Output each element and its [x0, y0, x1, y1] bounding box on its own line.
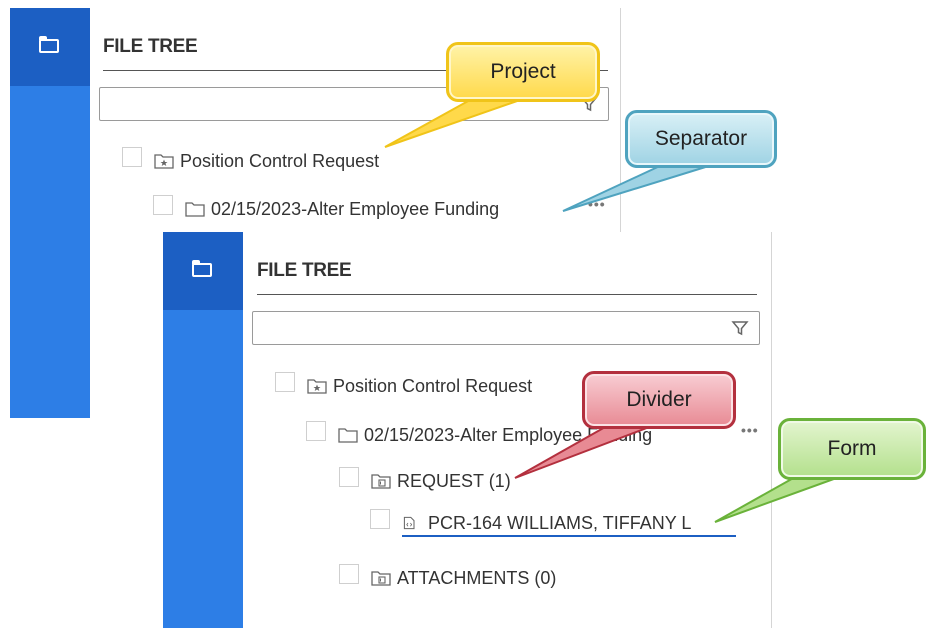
tree-item-label: REQUEST (1)	[397, 470, 511, 491]
tree-item-divider-request[interactable]: REQUEST (1)	[339, 467, 511, 494]
tree-item-project[interactable]: Position Control Request	[275, 372, 533, 399]
divider-folder-icon	[371, 474, 391, 489]
tree-item-label: Position Control Request	[180, 150, 380, 171]
tree-item-label: 02/15/2023-Alter Employee Funding	[211, 198, 500, 219]
tree-item-label: PCR-164 WILLIAMS, TIFFANY L	[428, 512, 692, 533]
row-checkbox[interactable]	[153, 195, 173, 215]
more-options-icon[interactable]: •••	[588, 196, 606, 212]
tree-item-label: ATTACHMENTS (0)	[397, 567, 557, 588]
row-checkbox[interactable]	[339, 467, 359, 487]
row-checkbox[interactable]	[370, 509, 390, 529]
tree-item-project[interactable]: Position Control Request	[122, 147, 380, 174]
row-checkbox[interactable]	[339, 564, 359, 584]
filter-icon[interactable]	[731, 319, 749, 337]
row-checkbox[interactable]	[306, 421, 326, 441]
title-divider	[257, 294, 757, 295]
form-callout: Form	[778, 418, 926, 480]
folder-icon	[192, 260, 212, 277]
separator-callout: Separator	[625, 110, 777, 168]
tree-item-divider-attachments[interactable]: ATTACHMENTS (0)	[339, 564, 557, 591]
row-checkbox[interactable]	[122, 147, 142, 167]
search-input[interactable]	[252, 311, 760, 345]
file-tree-rail-button[interactable]	[10, 8, 90, 86]
folder-icon	[338, 428, 358, 443]
file-tree-rail-button[interactable]	[163, 232, 243, 310]
folder-icon	[185, 202, 205, 217]
form-file-icon	[403, 516, 415, 530]
active-pointer	[90, 36, 98, 54]
project-callout: Project	[446, 42, 600, 102]
file-tree-panel-front: FILE TREE Position Control Request 02/15…	[163, 232, 772, 628]
divider-callout: Divider	[582, 371, 736, 429]
project-folder-icon	[307, 379, 327, 394]
row-checkbox[interactable]	[275, 372, 295, 392]
divider-folder-icon	[371, 571, 391, 586]
tree-item-separator[interactable]: 02/15/2023-Alter Employee Funding	[153, 195, 500, 222]
active-pointer	[243, 260, 251, 278]
folder-icon	[39, 36, 59, 53]
tree-item-form[interactable]: PCR-164 WILLIAMS, TIFFANY L	[370, 509, 692, 536]
panel-title: FILE TREE	[257, 260, 352, 281]
more-options-icon[interactable]: •••	[741, 422, 759, 438]
project-folder-icon	[154, 154, 174, 169]
panel-title: FILE TREE	[103, 36, 198, 57]
tree-item-label: Position Control Request	[333, 375, 533, 396]
selected-item-underline	[402, 535, 736, 537]
